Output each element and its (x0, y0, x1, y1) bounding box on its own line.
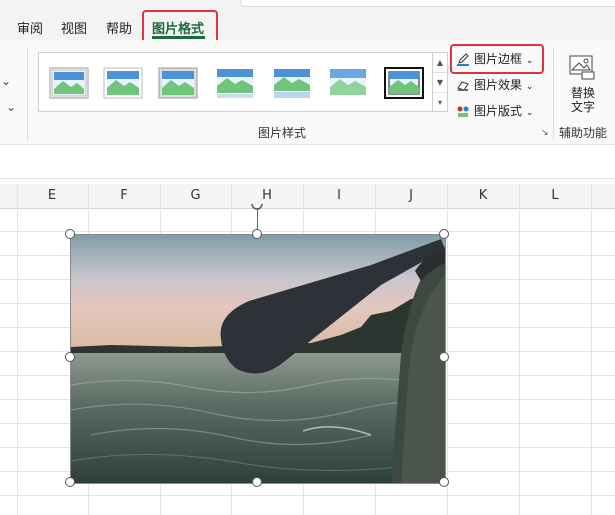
picture-styles-group-label: 图片样式 (258, 126, 307, 140)
picture-effects-label: 图片效果 (474, 78, 523, 92)
formula-bar-area[interactable] (0, 145, 615, 179)
picture-layout-button[interactable]: 图片版式 ⌄ (456, 102, 533, 119)
chevron-down-icon: ⌄ (525, 108, 534, 118)
picture-effects-button[interactable]: 图片效果 ⌄ (456, 76, 533, 93)
kayak-paddle-photo (71, 235, 445, 483)
resize-handle-bottom-right[interactable] (439, 477, 449, 487)
picture-style-2[interactable] (103, 67, 143, 99)
column-header-k[interactable]: K (447, 184, 519, 208)
picture-style-6[interactable] (328, 67, 368, 99)
accessibility-group-label: 辅助功能 (559, 126, 608, 140)
picture-style-3[interactable] (158, 67, 198, 99)
alt-text-icon[interactable] (568, 54, 596, 80)
highlight-border-frame (450, 44, 544, 74)
resize-handle-left[interactable] (65, 352, 75, 362)
picture-style-5[interactable] (272, 67, 312, 99)
column-header-e[interactable]: E (17, 184, 87, 208)
tab-view[interactable]: 视图 (61, 18, 87, 37)
selected-picture[interactable] (70, 234, 446, 484)
search-box-edge[interactable] (240, 0, 615, 7)
column-header-f[interactable]: F (88, 184, 160, 208)
scroll-up-icon[interactable]: ▲ (433, 53, 447, 73)
gallery-more-icon[interactable]: ▾ (433, 93, 447, 112)
picture-layout-label: 图片版式 (474, 104, 523, 118)
dialog-launcher-icon[interactable]: ↘ (541, 128, 549, 138)
group-separator (27, 48, 28, 140)
picture-styles-gallery (38, 52, 435, 112)
picture-style-4[interactable] (215, 67, 255, 99)
tab-help[interactable]: 帮助 (106, 18, 132, 37)
picture-style-7[interactable] (384, 67, 424, 99)
chevron-down-icon[interactable]: ⌄ (6, 100, 16, 114)
chevron-down-icon: ⌄ (525, 82, 534, 92)
resize-handle-top[interactable] (252, 229, 262, 239)
tab-review[interactable]: 审阅 (17, 18, 43, 37)
alt-text-label-line2[interactable]: 文字 (571, 98, 595, 115)
resize-handle-bottom[interactable] (252, 477, 262, 487)
scroll-down-icon[interactable]: ▼ (433, 73, 447, 93)
column-header-j[interactable]: J (375, 184, 447, 208)
chevron-down-icon[interactable]: ⌄ (1, 74, 11, 88)
effects-icon (457, 80, 469, 91)
group-separator (553, 48, 554, 140)
column-header-l[interactable]: L (519, 184, 591, 208)
rotate-handle-icon[interactable] (250, 202, 264, 212)
layout-icon (457, 106, 469, 117)
resize-handle-bottom-left[interactable] (65, 477, 75, 487)
column-header-g[interactable]: G (160, 184, 231, 208)
ribbon-panel: ⌄ ⌄ ▲ ▼ ▾ 图片边框 ⌄ 图片效果 ⌄ 图片版式 ⌄ 图片样式 ↘ 替换… (0, 40, 615, 145)
column-header-i[interactable]: I (303, 184, 375, 208)
resize-handle-top-left[interactable] (65, 229, 75, 239)
column-header-h[interactable]: H (231, 184, 303, 208)
resize-handle-top-right[interactable] (439, 229, 449, 239)
gallery-scrollbar[interactable]: ▲ ▼ ▾ (432, 52, 448, 112)
resize-handle-right[interactable] (439, 352, 449, 362)
picture-style-1[interactable] (49, 67, 89, 99)
